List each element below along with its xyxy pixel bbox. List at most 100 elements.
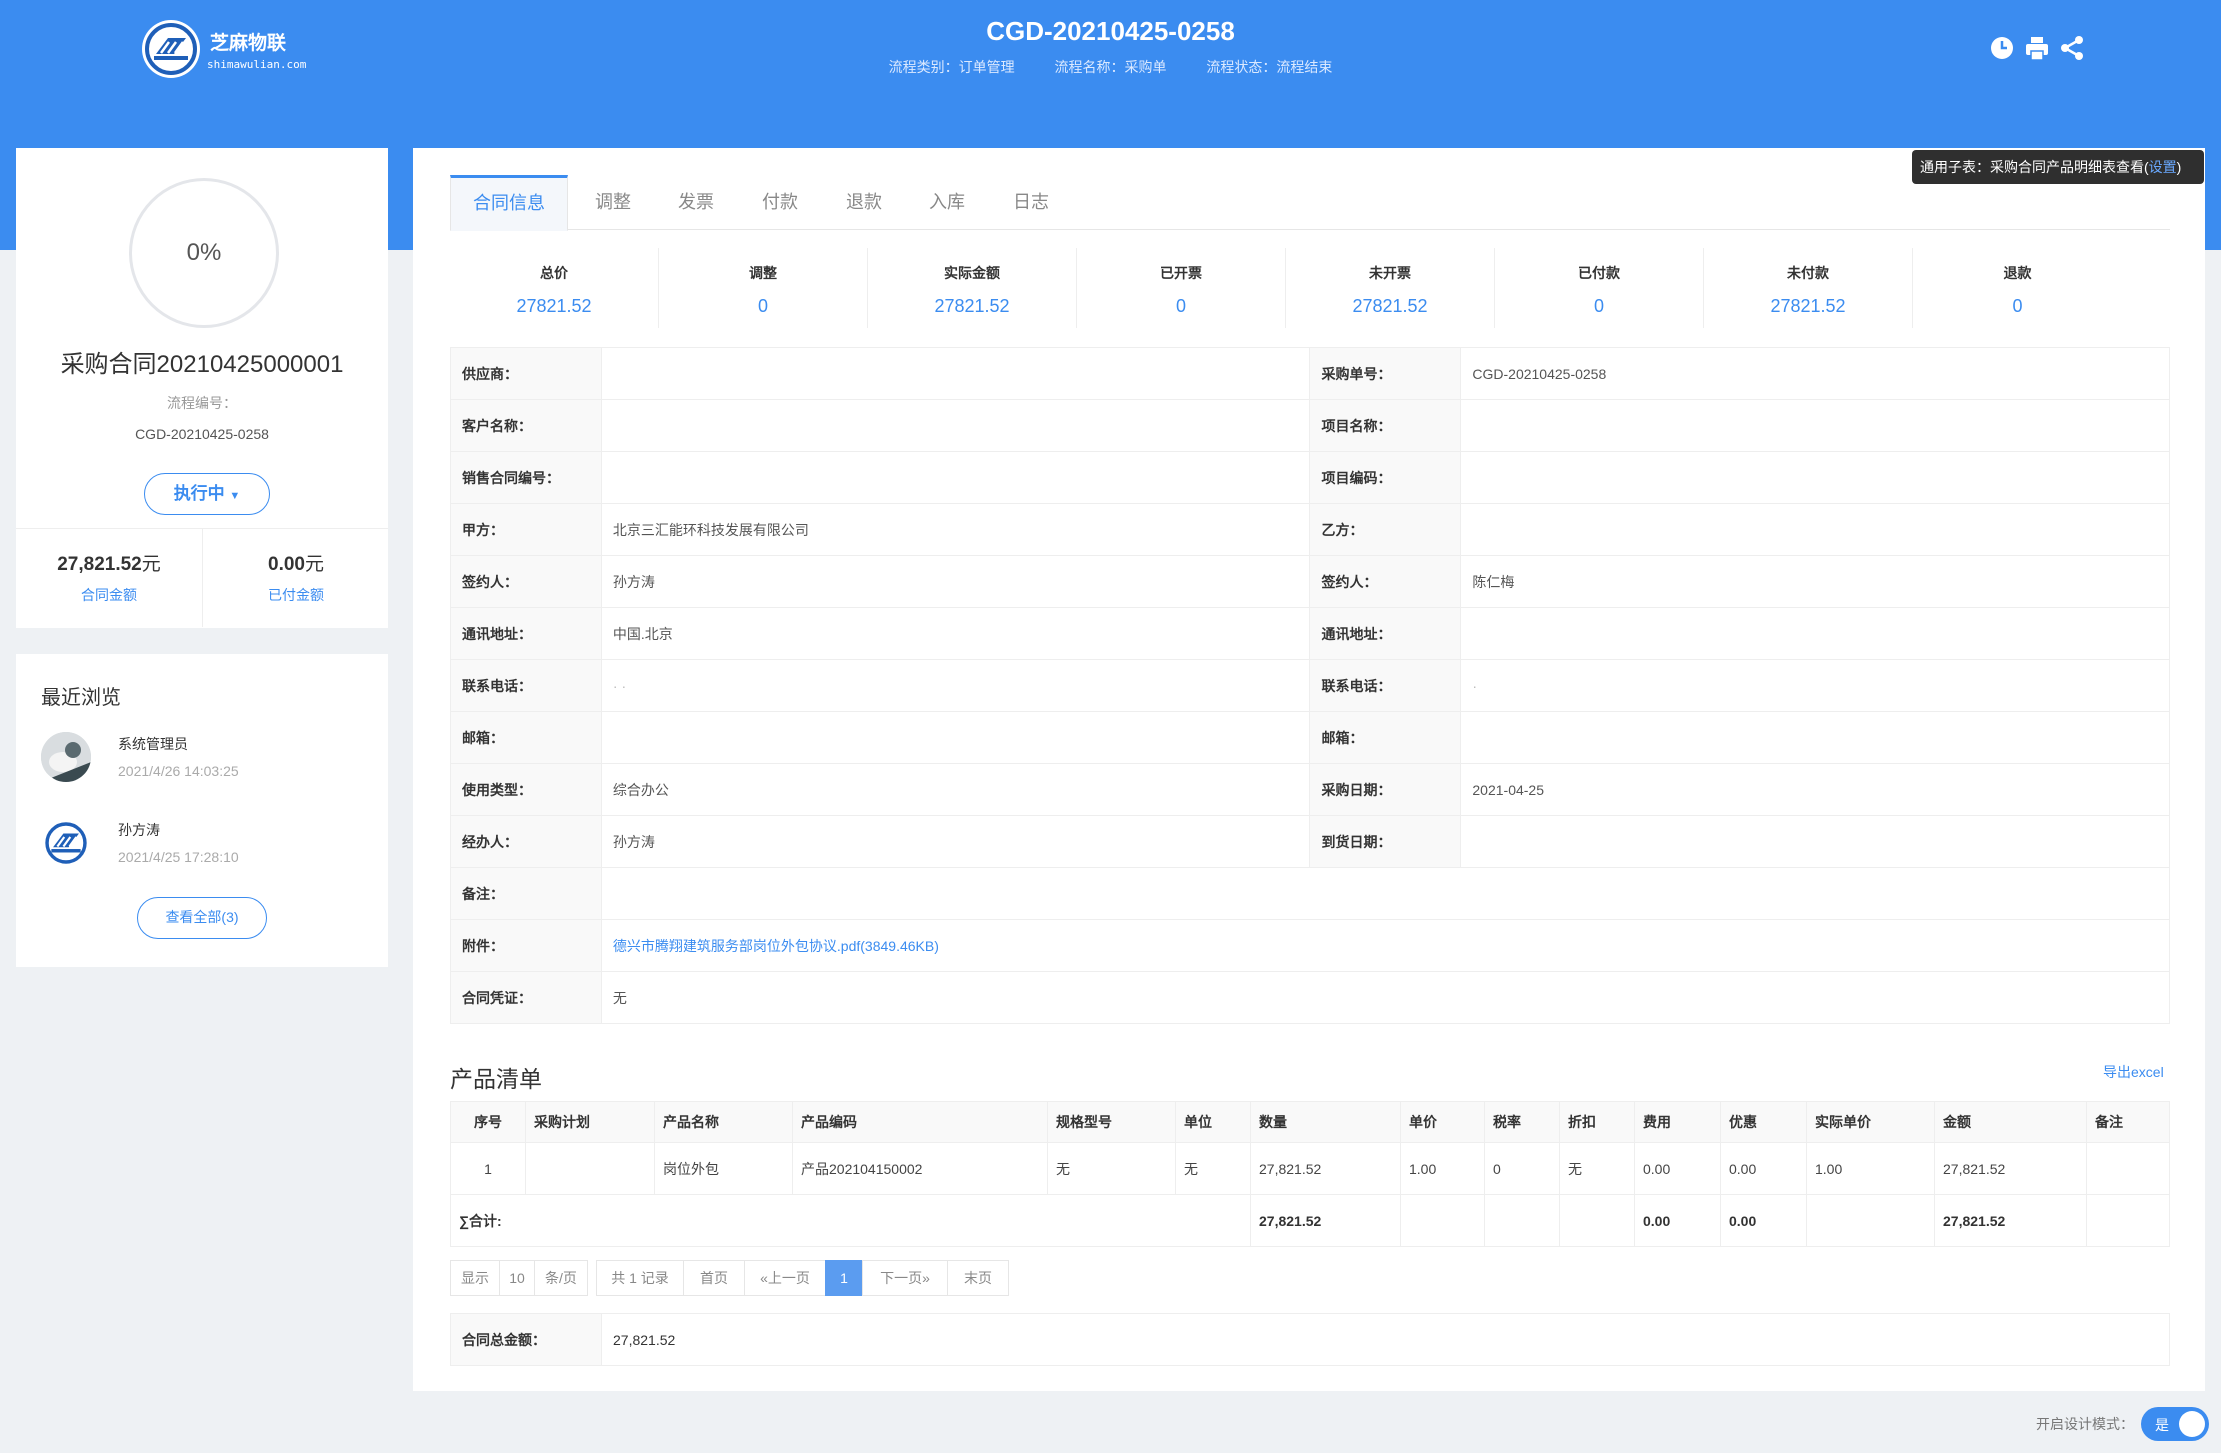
handler-label: 经办人： bbox=[450, 815, 602, 868]
party-a-label: 甲方： bbox=[450, 503, 602, 556]
col-header: 数量 bbox=[1250, 1101, 1401, 1143]
cell-remark bbox=[2086, 1142, 2170, 1195]
col-header: 金额 bbox=[1934, 1101, 2087, 1143]
stat-label: 已开票 bbox=[1160, 265, 1202, 281]
col-header: 单位 bbox=[1175, 1101, 1251, 1143]
info-row: 经办人： 孙方涛 到货日期： bbox=[450, 815, 2170, 868]
export-excel-link[interactable]: 导出excel bbox=[2103, 1062, 2164, 1082]
tab-invoice[interactable]: 发票 bbox=[671, 175, 721, 230]
use-type-value: 综合办公 bbox=[600, 763, 1311, 816]
contract-amount-link[interactable]: 合同金额 bbox=[16, 585, 202, 605]
sales-no-value bbox=[600, 451, 1311, 504]
total-empty bbox=[1806, 1194, 1935, 1247]
clock-icon[interactable] bbox=[1988, 34, 2016, 62]
amount-row: 27,821.52元 合同金额 0.00元 已付金额 bbox=[16, 528, 389, 627]
info-row: 甲方： 北京三汇能环科技发展有限公司 乙方： bbox=[450, 503, 2170, 556]
paid-amount-link[interactable]: 已付金额 bbox=[203, 585, 389, 605]
project-code-label: 项目编码： bbox=[1309, 451, 1462, 504]
col-header: 折扣 bbox=[1559, 1101, 1635, 1143]
col-header: 实际单价 bbox=[1806, 1101, 1935, 1143]
contract-info-table: 供应商： 采购单号： CGD-20210425-0258 客户名称： 项目名称：… bbox=[450, 347, 2171, 1024]
project-name-value bbox=[1460, 399, 2170, 452]
total-qty: 27,821.52 bbox=[1250, 1194, 1401, 1247]
pager-show-label: 显示 bbox=[450, 1260, 500, 1296]
cell-plan bbox=[525, 1142, 655, 1195]
first-page-button[interactable]: 首页 bbox=[683, 1260, 745, 1296]
stat-actual-amount: 实际金额 27821.52 bbox=[868, 248, 1077, 328]
status-dropdown-button[interactable]: 执行中 ▼ bbox=[144, 473, 270, 515]
arrival-date-label: 到货日期： bbox=[1309, 815, 1462, 868]
view-all-button[interactable]: 查看全部(3) bbox=[137, 897, 267, 939]
design-mode-toggle[interactable]: 是 bbox=[2141, 1407, 2209, 1441]
contract-amount-value: 27,821.52 bbox=[57, 554, 142, 575]
handler-value: 孙方涛 bbox=[600, 815, 1311, 868]
stat-value: 0 bbox=[1175, 296, 1186, 316]
prev-page-button[interactable]: «上一页 bbox=[744, 1260, 826, 1296]
cell-qty: 27,821.52 bbox=[1250, 1142, 1401, 1195]
stat-value: 0 bbox=[1593, 296, 1604, 316]
contract-total-label: 合同总金额： bbox=[450, 1313, 602, 1366]
tab-adjust[interactable]: 调整 bbox=[588, 175, 638, 230]
current-page-button[interactable]: 1 bbox=[825, 1260, 863, 1296]
subtable-settings-link[interactable]: 设置 bbox=[2149, 159, 2177, 175]
attachment-label: 附件： bbox=[450, 919, 602, 972]
info-row: 销售合同编号： 项目编码： bbox=[450, 451, 2170, 504]
customer-label: 客户名称： bbox=[450, 399, 602, 452]
print-icon[interactable] bbox=[2023, 34, 2051, 62]
total-amount: 27,821.52 bbox=[1934, 1194, 2087, 1247]
po-date-value: 2021-04-25 bbox=[1460, 763, 2170, 816]
subtable-tooltip-text: 通用子表：采购合同产品明细表查看( bbox=[1920, 159, 2149, 175]
signer-a-label: 签约人： bbox=[450, 555, 602, 608]
tab-payment[interactable]: 付款 bbox=[755, 175, 805, 230]
paid-amount-value-wrap: 0.00元 bbox=[203, 549, 389, 576]
tab-log[interactable]: 日志 bbox=[1006, 175, 1056, 230]
cell-discount: 0.00 bbox=[1720, 1142, 1807, 1195]
tab-contract-info[interactable]: 合同信息 bbox=[450, 175, 568, 231]
stat-label: 总价 bbox=[540, 265, 568, 281]
email-a-value bbox=[600, 711, 1311, 764]
info-row: 通讯地址： 中国.北京 通讯地址： bbox=[450, 607, 2170, 660]
email-a-label: 邮箱： bbox=[450, 711, 602, 764]
last-page-button[interactable]: 末页 bbox=[947, 1260, 1009, 1296]
cell-product-name: 岗位外包 bbox=[654, 1142, 793, 1195]
col-header: 产品编码 bbox=[792, 1101, 1048, 1143]
header-actions bbox=[1988, 34, 2088, 64]
products-table: 序号 采购计划 产品名称 产品编码 规格型号 单位 数量 单价 税率 折扣 费用… bbox=[450, 1101, 2170, 1247]
col-header: 税率 bbox=[1484, 1101, 1560, 1143]
info-row: 供应商： 采购单号： CGD-20210425-0258 bbox=[450, 347, 2170, 400]
email-b-value bbox=[1460, 711, 2170, 764]
page-size-select[interactable]: 10 bbox=[499, 1260, 535, 1296]
recent-item[interactable]: 孙方涛 2021/4/25 17:28:10 bbox=[41, 818, 341, 878]
recent-item[interactable]: 系统管理员 2021/4/26 14:03:25 bbox=[41, 732, 341, 792]
cell-unit: 无 bbox=[1175, 1142, 1251, 1195]
stat-label: 未付款 bbox=[1787, 265, 1829, 281]
stat-label: 未开票 bbox=[1369, 265, 1411, 281]
address-b-value bbox=[1460, 607, 2170, 660]
main-panel: 合同信息 调整 发票 付款 退款 入库 日志 总价 27821.52 调整 0 实际… bbox=[413, 148, 2205, 1391]
col-header: 单价 bbox=[1400, 1101, 1485, 1143]
subtable-tooltip-close: ) bbox=[2176, 159, 2182, 175]
pager-per-page-label: 条/页 bbox=[534, 1260, 588, 1296]
signer-a-value: 孙方涛 bbox=[600, 555, 1311, 608]
page-title: CGD-20210425-0258 bbox=[986, 16, 1235, 46]
attachment-link[interactable]: 德兴市腾翔建筑服务部岗位外包协议.pdf(3849.46KB) bbox=[613, 938, 939, 954]
stat-value: 27821.52 bbox=[516, 296, 592, 316]
cell-spec: 无 bbox=[1047, 1142, 1176, 1195]
caret-down-icon: ▼ bbox=[229, 490, 241, 502]
paid-amount-unit: 元 bbox=[304, 554, 324, 575]
tab-stock-in[interactable]: 入库 bbox=[922, 175, 972, 230]
voucher-label: 合同凭证： bbox=[450, 971, 602, 1024]
stat-label: 实际金额 bbox=[944, 265, 1000, 281]
po-no-value: CGD-20210425-0258 bbox=[1460, 347, 2170, 400]
contract-total-table: 合同总金额： 27,821.52 bbox=[450, 1313, 2170, 1366]
contract-amount-cell: 27,821.52元 合同金额 bbox=[16, 529, 202, 627]
share-icon[interactable] bbox=[2058, 34, 2086, 62]
summary-card: 0% 采购合同20210425000001 流程编号： CGD-20210425… bbox=[16, 148, 388, 628]
po-date-label: 采购日期： bbox=[1309, 763, 1462, 816]
info-row: 客户名称： 项目名称： bbox=[450, 399, 2170, 452]
voucher-value: 无 bbox=[600, 971, 2171, 1024]
next-page-button[interactable]: 下一页» bbox=[862, 1260, 948, 1296]
col-header: 采购计划 bbox=[525, 1101, 655, 1143]
info-row: 备注： bbox=[450, 867, 2171, 920]
tab-refund[interactable]: 退款 bbox=[839, 175, 889, 230]
